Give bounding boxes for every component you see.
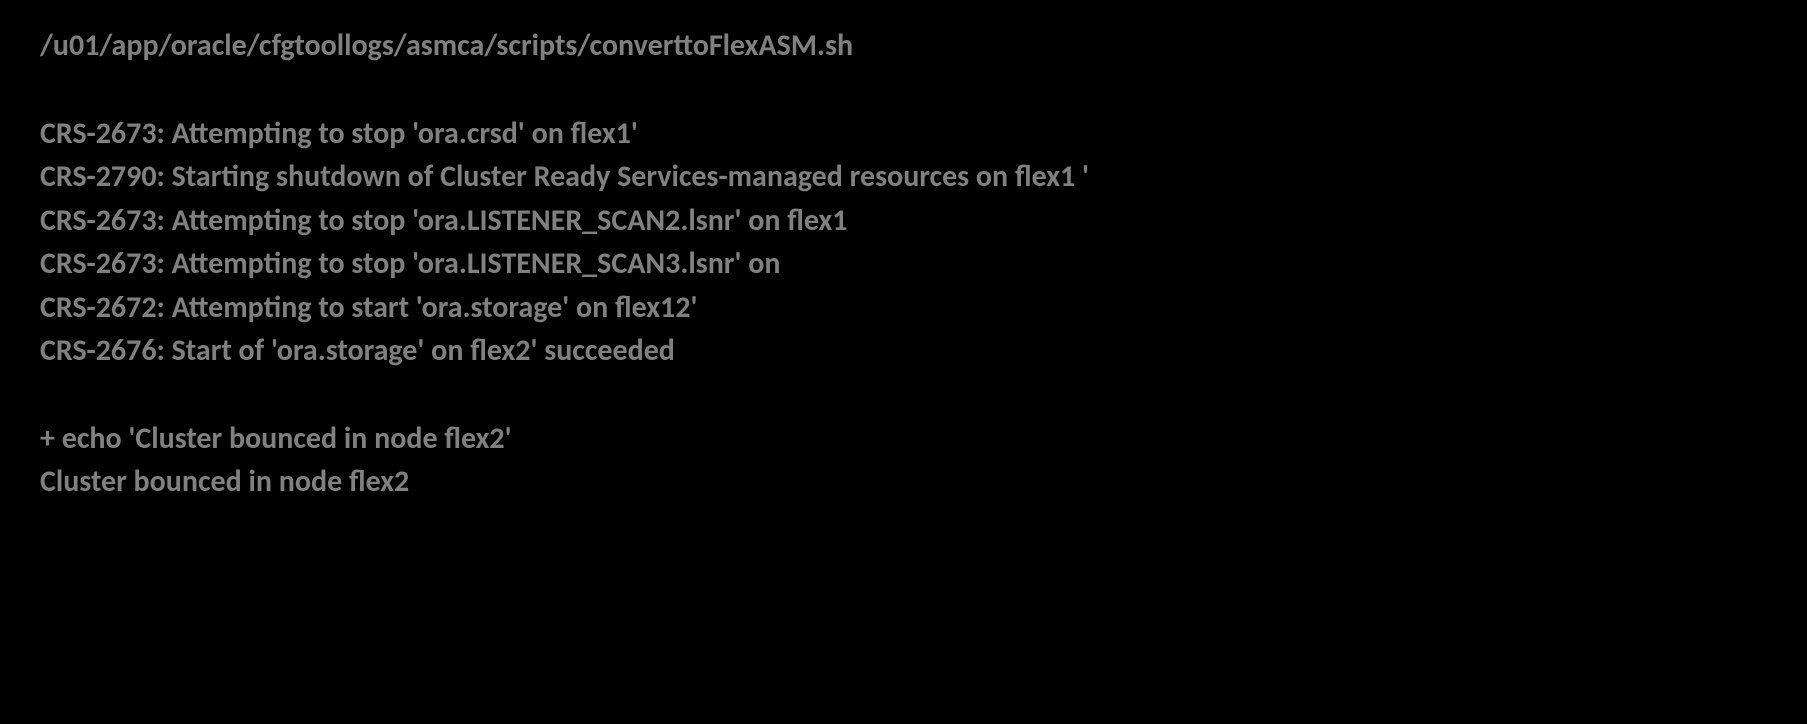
- echo-line: + echo 'Cluster bounced in node flex2': [40, 417, 1767, 461]
- log-line: CRS-2673: Attempting to stop 'ora.LISTEN…: [40, 199, 1767, 243]
- log-line: CRS-2673: Attempting to stop 'ora.crsd' …: [40, 112, 1767, 156]
- log-line: CRS-2790: Starting shutdown of Cluster R…: [40, 155, 1767, 199]
- log-line: CRS-2673: Attempting to stop 'ora.LISTEN…: [40, 242, 1767, 286]
- terminal-output: /u01/app/oracle/cfgtoollogs/asmca/script…: [40, 24, 1767, 504]
- blank-line: [40, 373, 1767, 417]
- log-line: CRS-2676: Start of 'ora.storage' on flex…: [40, 329, 1767, 373]
- log-line: CRS-2672: Attempting to start 'ora.stora…: [40, 286, 1767, 330]
- script-path: /u01/app/oracle/cfgtoollogs/asmca/script…: [40, 24, 1767, 68]
- echo-line: Cluster bounced in node flex2: [40, 460, 1767, 504]
